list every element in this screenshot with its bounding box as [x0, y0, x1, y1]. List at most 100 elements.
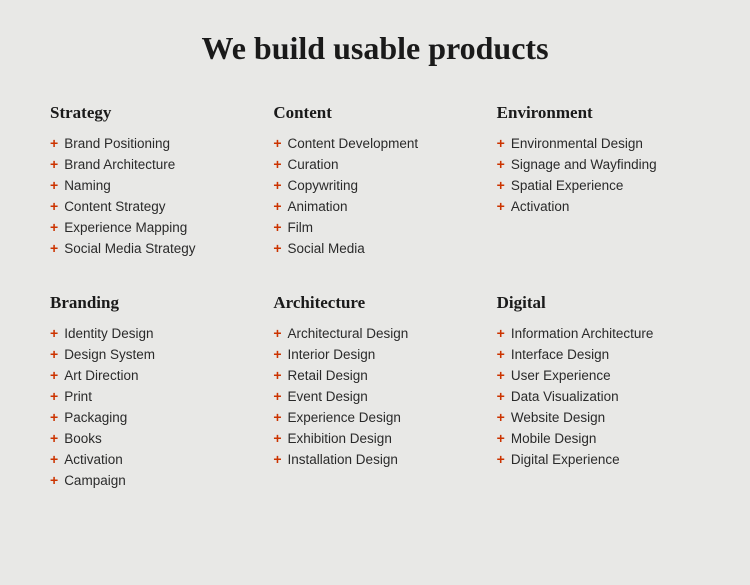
list-item: + Film [273, 219, 476, 235]
page-title: We build usable products [50, 30, 700, 67]
list-item: +Experience Design [273, 409, 476, 425]
item-label: Event Design [288, 389, 368, 404]
plus-icon: + [273, 177, 281, 193]
item-list-content: +Content Development+Curation+Copywritin… [273, 135, 476, 256]
list-item: + Interior Design [273, 346, 476, 362]
section-branding: Branding +Identity Design + Design System + A… [50, 293, 253, 493]
item-label: Brand Architecture [64, 157, 175, 172]
item-label: Spatial Experience [511, 178, 624, 193]
plus-icon: + [497, 430, 505, 446]
item-label: Packaging [64, 410, 127, 425]
list-item: +Digital Experience [497, 451, 700, 467]
item-label: Interior Design [288, 347, 376, 362]
plus-icon: + [50, 430, 58, 446]
section-title-branding: Branding [50, 293, 253, 313]
item-label: Signage and Wayfinding [511, 157, 657, 172]
list-item: +Brand Positioning [50, 135, 253, 151]
section-content: Content+Content Development+Curation+Cop… [273, 103, 476, 261]
list-item: + Retail Design [273, 367, 476, 383]
plus-icon: + [273, 346, 281, 362]
plus-icon: + [50, 346, 58, 362]
list-item: + Interface Design [497, 346, 700, 362]
plus-icon: + [273, 240, 281, 256]
item-label: Film [288, 220, 314, 235]
plus-icon: + [497, 325, 505, 341]
list-item: +Environmental Design [497, 135, 700, 151]
list-item: + Copywriting [273, 177, 476, 193]
plus-icon: + [273, 219, 281, 235]
list-item: + Event Design [273, 388, 476, 404]
item-label: Social Media Strategy [64, 241, 195, 256]
list-item: +Experience Mapping [50, 219, 253, 235]
list-item: + Design System [50, 346, 253, 362]
item-label: Information Architecture [511, 326, 654, 341]
section-title-architecture: Architecture [273, 293, 476, 313]
plus-icon: + [497, 198, 505, 214]
services-grid: Strategy +Brand Positioning + Brand Archite… [50, 103, 700, 493]
list-item: + Activation [497, 198, 700, 214]
item-label: Copywriting [288, 178, 359, 193]
list-item: + Website Design [497, 409, 700, 425]
item-label: Website Design [511, 410, 605, 425]
list-item: +Identity Design [50, 325, 253, 341]
list-item: + Information Architecture [497, 325, 700, 341]
plus-icon: + [273, 367, 281, 383]
plus-icon: + [50, 156, 58, 172]
plus-icon: + [50, 198, 58, 214]
list-item: +Packaging [50, 409, 253, 425]
section-digital: Digital + Information Architecture + Interfa… [497, 293, 700, 493]
item-label: Art Direction [64, 368, 138, 383]
item-label: Environmental Design [511, 136, 643, 151]
plus-icon: + [50, 177, 58, 193]
item-label: Data Visualization [511, 389, 619, 404]
plus-icon: + [273, 198, 281, 214]
plus-icon: + [497, 409, 505, 425]
item-label: Activation [511, 199, 570, 214]
list-item: +User Experience [497, 367, 700, 383]
list-item: + Naming [50, 177, 253, 193]
item-label: Books [64, 431, 102, 446]
plus-icon: + [497, 388, 505, 404]
item-label: Interface Design [511, 347, 609, 362]
list-item: + Social Media Strategy [50, 240, 253, 256]
item-label: Design System [64, 347, 155, 362]
list-item: +Curation [273, 156, 476, 172]
plus-icon: + [273, 135, 281, 151]
list-item: + Spatial Experience [497, 177, 700, 193]
plus-icon: + [50, 240, 58, 256]
plus-icon: + [50, 451, 58, 467]
plus-icon: + [273, 388, 281, 404]
item-label: Digital Experience [511, 452, 620, 467]
list-item: + Books [50, 430, 253, 446]
list-item: +Print [50, 388, 253, 404]
item-label: Exhibition Design [288, 431, 392, 446]
item-label: Content Strategy [64, 199, 165, 214]
plus-icon: + [50, 367, 58, 383]
item-label: Installation Design [288, 452, 398, 467]
item-label: Naming [64, 178, 111, 193]
list-item: + Exhibition Design [273, 430, 476, 446]
item-label: User Experience [511, 368, 611, 383]
section-title-content: Content [273, 103, 476, 123]
list-item: + Installation Design [273, 451, 476, 467]
section-environment: Environment+Environmental Design+Signage… [497, 103, 700, 261]
item-label: Experience Mapping [64, 220, 187, 235]
plus-icon: + [273, 451, 281, 467]
section-strategy: Strategy +Brand Positioning + Brand Archite… [50, 103, 253, 261]
section-title-digital: Digital [497, 293, 700, 313]
list-item: +Campaign [50, 472, 253, 488]
list-item: +Architectural Design [273, 325, 476, 341]
list-item: + Brand Architecture [50, 156, 253, 172]
item-list-branding: +Identity Design + Design System + Art Direc… [50, 325, 253, 488]
list-item: +Social Media [273, 240, 476, 256]
item-list-architecture: +Architectural Design + Interior Design + Re… [273, 325, 476, 467]
item-label: Retail Design [288, 368, 368, 383]
list-item: + Content Strategy [50, 198, 253, 214]
plus-icon: + [273, 409, 281, 425]
plus-icon: + [497, 177, 505, 193]
plus-icon: + [273, 430, 281, 446]
plus-icon: + [497, 346, 505, 362]
plus-icon: + [50, 472, 58, 488]
section-title-strategy: Strategy [50, 103, 253, 123]
list-item: +Signage and Wayfinding [497, 156, 700, 172]
